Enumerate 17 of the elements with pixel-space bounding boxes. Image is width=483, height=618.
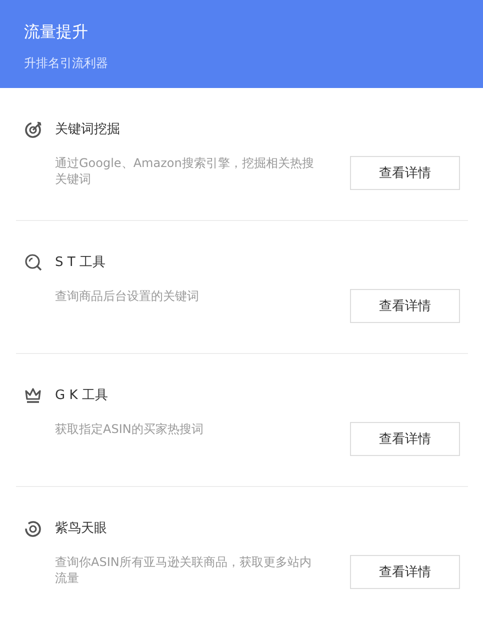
tool-description: 查询商品后台设置的关键词 [55, 288, 200, 304]
details-button[interactable]: 查看详情 [350, 289, 460, 323]
details-button[interactable]: 查看详情 [350, 422, 460, 456]
tool-name: G K 工具 [55, 387, 108, 404]
tool-description: 通过Google、Amazon搜索引擎，挖掘相关热搜关键词 [55, 155, 315, 187]
tool-name: S T 工具 [55, 254, 106, 271]
tool-description: 查询你ASIN所有亚马逊关联商品，获取更多站内流量 [55, 554, 312, 586]
page-title: 流量提升 [24, 21, 89, 43]
target-icon [24, 120, 42, 138]
tool-name: 关键词挖掘 [55, 121, 120, 138]
search-icon [24, 253, 42, 271]
details-button[interactable]: 查看详情 [350, 555, 460, 589]
tool-name: 紫鸟天眼 [55, 520, 107, 537]
tool-description: 获取指定ASIN的买家热搜词 [55, 421, 204, 437]
crown-icon [24, 386, 42, 404]
page-subtitle: 升排名引流利器 [24, 55, 109, 72]
details-button[interactable]: 查看详情 [350, 156, 460, 190]
